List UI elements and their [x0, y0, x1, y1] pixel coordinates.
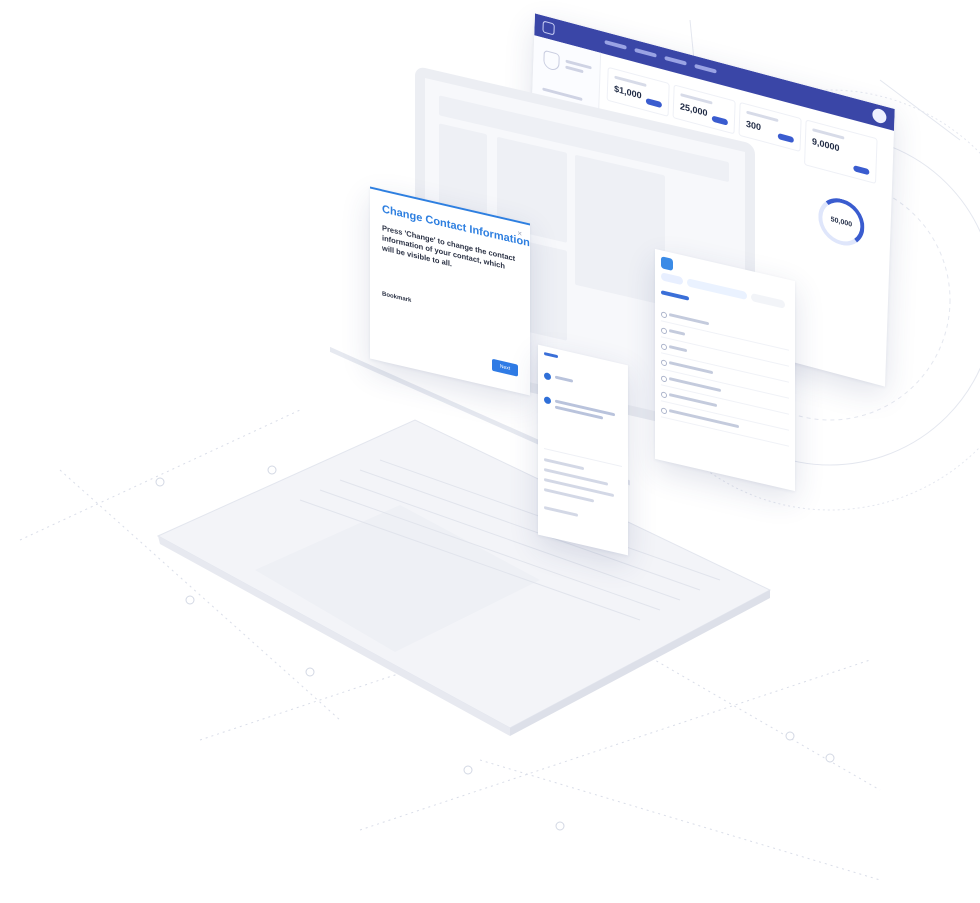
app-icon	[661, 256, 673, 271]
settings-title	[661, 290, 689, 301]
settings-panel	[655, 248, 795, 492]
tab[interactable]	[661, 272, 683, 286]
avatar	[544, 371, 551, 381]
hero-illustration: $1,000 25,000 300 9,0000 50,000 × Change…	[0, 0, 980, 903]
bookmark-link[interactable]: Bookmark	[382, 291, 411, 304]
change-contact-modal: × Change Contact Information Press 'Chan…	[370, 186, 530, 396]
tab[interactable]	[751, 293, 785, 309]
chat-header	[544, 351, 558, 359]
chat-panel	[538, 344, 628, 556]
next-button[interactable]: Next	[492, 358, 518, 377]
laptop-base	[156, 346, 772, 736]
avatar	[544, 395, 551, 405]
tab[interactable]	[687, 278, 747, 301]
